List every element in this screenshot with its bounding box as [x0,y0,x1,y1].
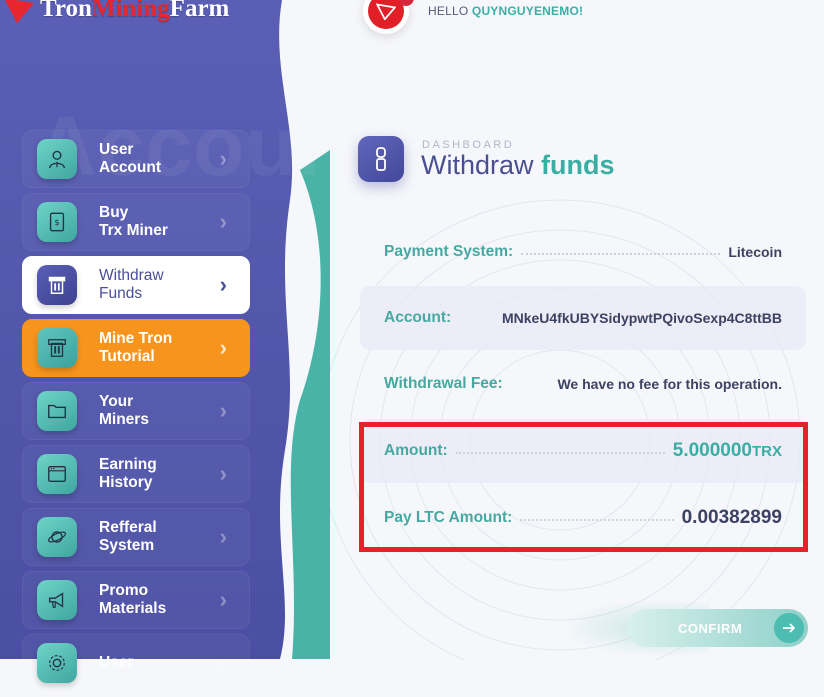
page-title: Withdraw funds [421,150,615,181]
tron-logo-icon [5,0,34,23]
sidebar-item-label-line2: History [99,474,153,491]
page-title-highlight: funds [541,150,615,180]
withdrawal-fee-row: Withdrawal Fee: We have no fee for this … [360,352,806,416]
chevron-right-icon: › [219,335,227,360]
account-row: Account: MNkeU4fkUBYSidypwtPQivoSexp4C8t… [360,286,806,350]
sidebar-item-withdraw-funds[interactable]: Withdraw Funds › [22,256,250,314]
atm-icon [37,265,77,305]
atm-icon [37,328,77,368]
sidebar-item-label-line2: Trx Miner [99,222,168,239]
greeting-text: HELLO [428,4,469,18]
dotted-leader [509,385,552,387]
user-icon [37,139,77,179]
receipt-icon: $ [37,202,77,242]
greeting: HELLO QUYNGUYENEMO! [428,4,583,18]
pay-ltc-value: 0.00382899 [681,507,782,528]
withdrawal-fee-value: We have no fee for this operation. [557,376,782,392]
withdrawal-fee-label: Withdrawal Fee: [384,375,503,392]
sidebar-item-earning-history[interactable]: Earning History › [22,445,250,503]
confirm-button[interactable]: CONFIRM [628,609,808,647]
amount-unit: TRX [752,443,782,460]
sidebar-item-label-line1: Buy [99,204,129,221]
sidebar-item-label-line2: Miners [99,411,149,428]
amount-number: 5.000000 [672,440,752,461]
sidebar-item-label-line2: Tutorial [99,348,155,365]
planet-icon [37,517,77,557]
sidebar-item-label-line1: Refferal [99,519,157,536]
dotted-leader [521,253,721,255]
payment-system-row: Payment System: Litecoin [360,220,806,284]
chevron-right-icon: › [219,209,227,234]
dotted-leader [520,519,674,521]
sidebar-item-label-line1: Withdraw [99,267,164,284]
sidebar-item-promo-materials[interactable]: Promo Materials › [22,571,250,629]
brand-logo[interactable]: TronMiningFarm [2,0,229,24]
sidebar-item-label-line1: Your [99,393,134,410]
page-title-main: Withdraw [421,150,534,180]
amount-row: Amount: 5.000000TRX [360,419,806,483]
sidebar-item-label-line1: User [99,654,134,671]
chevron-right-icon: › [219,587,227,612]
sidebar-item-label-line1: Mine Tron [99,330,173,347]
sidebar-item-label-line1: Earning [99,456,157,473]
arrow-right-icon [774,613,804,643]
account-label: Account: [384,309,452,326]
username: QUYNGUYENEMO! [471,4,584,18]
dotted-leader [455,319,498,321]
amount-value: 5.000000TRX [673,440,782,462]
sidebar-item-label-line2: System [99,537,155,554]
sidebar-item-label-line2: Account [99,159,161,176]
sidebar-item-your-miners[interactable]: Your Miners › [22,382,250,440]
chevron-right-icon: › [219,650,227,675]
settings-icon [37,643,77,683]
folder-icon [37,391,77,431]
megaphone-icon [37,580,77,620]
sidebar-nav: User Account › $ Buy Trx Miner › Withdraw F… [22,130,250,697]
brand-name-mining: Mining [91,0,170,22]
chevron-right-icon: › [219,461,227,486]
payment-system-label: Payment System: [384,243,514,260]
tron-logo-icon [368,0,404,29]
brand-name-farm: Farm [169,0,230,22]
pay-ltc-label: Pay LTC Amount: [384,509,513,526]
dotted-leader [455,452,665,454]
account-value: MNkeU4fkUBYSidypwtPQivoSexp4C8ttBB [501,310,782,326]
payment-system-value: Litecoin [728,244,782,260]
sidebar-item-refferal-system[interactable]: Refferal System › [22,508,250,566]
sidebar-item-user-settings[interactable]: User › [22,634,250,692]
sidebar-item-label-line2: Materials [99,600,167,617]
sidebar-item-label-line1: Promo [99,582,149,599]
window-icon [37,454,77,494]
chevron-right-icon: › [219,398,227,423]
sidebar-item-label-line1: User [99,141,134,158]
sidebar-item-buy-trx-miner[interactable]: $ Buy Trx Miner › [22,193,250,251]
chevron-right-icon: › [219,272,227,297]
pay-ltc-row: Pay LTC Amount: 0.00382899 [360,486,806,550]
brand-name-tron: Tron [40,0,92,22]
chevron-right-icon: › [219,524,227,549]
sidebar-item-label-line2: Funds [99,285,143,302]
chevron-right-icon: › [219,146,227,171]
amount-label: Amount: [384,442,448,459]
sidebar-item-mine-tron-tutorial[interactable]: Mine Tron Tutorial › [22,319,250,377]
confirm-label: CONFIRM [678,620,743,636]
withdraw-icon [358,136,404,182]
svg-text:$: $ [54,217,59,227]
sidebar-item-user-account[interactable]: User Account › [22,130,250,188]
